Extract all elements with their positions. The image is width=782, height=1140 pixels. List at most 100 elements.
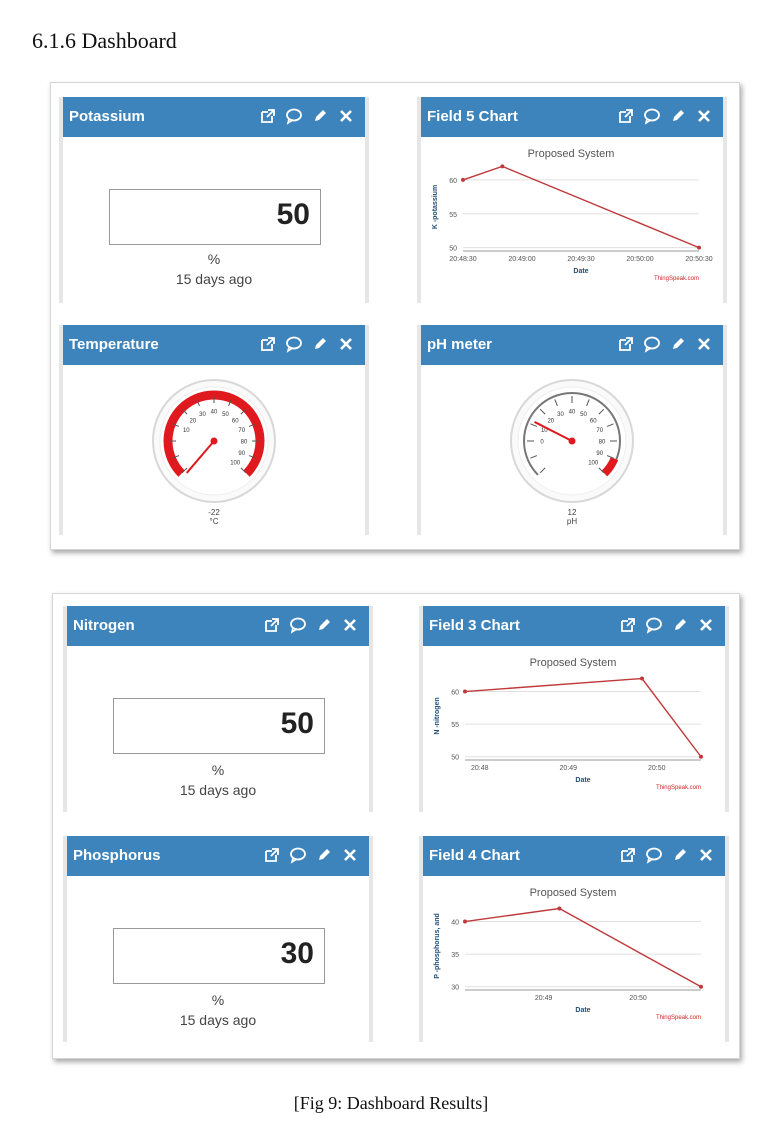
pencil-icon[interactable] — [315, 846, 333, 864]
comment-icon[interactable] — [643, 107, 661, 125]
series-line — [462, 165, 700, 249]
close-icon[interactable] — [341, 616, 359, 634]
dashboard-screenshot-2: Nitrogen 50 % 15 days ago Field 3 Chart … — [52, 593, 740, 1059]
nitrogen-widget: Nitrogen 50 % 15 days ago — [63, 606, 373, 812]
value-display: 30 — [113, 928, 325, 984]
external-link-icon[interactable] — [263, 846, 281, 864]
widget-title: Field 5 Chart — [427, 108, 518, 125]
unit-label: % — [211, 992, 225, 1008]
x-tick-label: 20:50 — [648, 765, 666, 772]
field4-chart-widget: Field 4 Chart Proposed System 30 35 40 20:49… — [419, 836, 729, 1042]
x-tick-label: 20:48 — [471, 765, 489, 772]
line-chart: Proposed System 50 55 60 20:48:30 20:49:00 20:… — [432, 148, 713, 282]
comment-icon[interactable] — [645, 846, 663, 864]
chart-title: Proposed System — [528, 148, 615, 160]
timestamp-label: 15 days ago — [179, 1012, 257, 1028]
external-link-icon[interactable] — [259, 335, 277, 353]
temperature-widget: Temperature 10 20 30 40 50 60 70 80 90 100 -22 °C — [59, 325, 369, 535]
comment-icon[interactable] — [643, 335, 661, 353]
x-tick-label: 20:49 — [535, 995, 553, 1002]
widget-title: Field 4 Chart — [429, 847, 520, 864]
value-text: 30 — [280, 937, 314, 970]
value-display: 50 — [109, 189, 321, 245]
y-axis-title: N -nitrogen — [434, 697, 441, 734]
y-tick-label: 50 — [449, 246, 457, 253]
close-icon[interactable] — [337, 335, 355, 353]
x-tick-label: 20:50:00 — [626, 256, 653, 263]
chart-title: Proposed System — [530, 657, 617, 669]
data-point — [461, 177, 465, 182]
comment-icon[interactable] — [645, 616, 663, 634]
series-line — [464, 907, 702, 988]
potassium-widget: Potassium 50 % 15 days ago — [59, 97, 369, 303]
close-icon[interactable] — [695, 335, 713, 353]
gauge-tick-label: 50 — [222, 412, 229, 418]
external-link-icon[interactable] — [259, 107, 277, 125]
data-point — [500, 164, 505, 169]
close-icon[interactable] — [337, 107, 355, 125]
gauge-unit: °C — [210, 517, 219, 526]
external-link-icon[interactable] — [619, 846, 637, 864]
close-icon[interactable] — [341, 846, 359, 864]
close-icon[interactable] — [695, 107, 713, 125]
widget-title: Nitrogen — [73, 617, 135, 634]
comment-icon[interactable] — [289, 616, 307, 634]
y-tick-label: 40 — [451, 920, 459, 927]
field5-chart-widget: Field 5 Chart Proposed System 50 55 60 20:48… — [417, 97, 727, 303]
y-tick-label: 60 — [449, 178, 457, 185]
series-line — [464, 677, 702, 758]
value-text: 50 — [280, 707, 314, 740]
pencil-icon[interactable] — [669, 107, 687, 125]
x-tick-label: 20:49:30 — [567, 256, 594, 263]
external-link-icon[interactable] — [263, 616, 281, 634]
unit-label: % — [211, 762, 225, 778]
ph-meter-widget: pH meter 0 10 20 30 40 50 60 70 80 90 100 12 pH — [417, 325, 727, 535]
section-heading: 6.1.6 Dashboard — [32, 28, 177, 53]
pencil-icon[interactable] — [671, 846, 689, 864]
widget-header: Nitrogen — [67, 606, 369, 646]
y-axis-title: K -potassium — [432, 185, 439, 229]
y-tick-label: 55 — [451, 722, 459, 729]
x-axis-title: Date — [573, 268, 588, 275]
widget-header: Field 3 Chart — [423, 606, 725, 646]
comment-icon[interactable] — [289, 846, 307, 864]
widget-title: pH meter — [427, 336, 493, 353]
external-link-icon[interactable] — [617, 107, 635, 125]
y-tick-label: 50 — [451, 755, 459, 762]
comment-icon[interactable] — [285, 335, 303, 353]
figure-caption: [Fig 9: Dashboard Results] — [293, 1093, 489, 1113]
pencil-icon[interactable] — [671, 616, 689, 634]
widget-title: Field 3 Chart — [429, 617, 520, 634]
gauge-needle-hub — [568, 437, 576, 445]
pencil-icon[interactable] — [311, 335, 329, 353]
y-axis-title: P -phosphorus, and — [434, 913, 441, 979]
gauge-tick-label: 90 — [238, 451, 245, 457]
timestamp-label: 15 days ago — [175, 271, 253, 287]
data-point — [463, 689, 467, 694]
close-icon[interactable] — [697, 846, 715, 864]
y-tick-label: 35 — [451, 952, 459, 959]
field3-chart-widget: Field 3 Chart Proposed System 50 55 60 20:48… — [419, 606, 729, 812]
external-link-icon[interactable] — [617, 335, 635, 353]
widget-header: Field 5 Chart — [421, 97, 723, 137]
widget-header: pH meter — [421, 325, 723, 365]
pencil-icon[interactable] — [315, 616, 333, 634]
gauge-tick-label: 50 — [580, 412, 587, 418]
data-point — [463, 919, 467, 924]
x-tick-label: 20:48:30 — [449, 256, 476, 263]
gauge-unit: pH — [567, 517, 577, 526]
data-point — [557, 906, 562, 911]
y-tick-label: 55 — [449, 212, 457, 219]
unit-label: % — [207, 251, 221, 267]
gauge-tick-label: 90 — [596, 451, 603, 457]
x-tick-label: 20:50:30 — [685, 256, 712, 263]
pencil-icon[interactable] — [669, 335, 687, 353]
data-point — [697, 245, 701, 250]
external-link-icon[interactable] — [619, 616, 637, 634]
gauge-tick-label: 100 — [588, 461, 599, 467]
widget-header: Field 4 Chart — [423, 836, 725, 876]
pencil-icon[interactable] — [311, 107, 329, 125]
widget-title: Phosphorus — [73, 847, 161, 864]
comment-icon[interactable] — [285, 107, 303, 125]
close-icon[interactable] — [697, 616, 715, 634]
